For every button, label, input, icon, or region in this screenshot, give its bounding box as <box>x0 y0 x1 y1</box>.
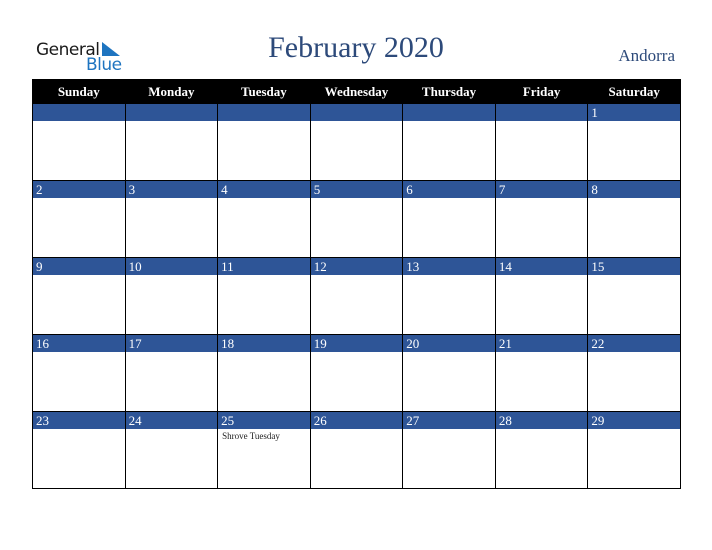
day-number: 24 <box>125 412 218 429</box>
day-number: 12 <box>310 258 403 275</box>
weekday-header: Monday <box>124 79 219 104</box>
day-cell[interactable]: 15 <box>587 257 681 335</box>
day-cell[interactable]: 5 <box>309 180 404 258</box>
day-number: 13 <box>403 258 495 275</box>
day-number: 25 <box>218 412 310 429</box>
day-cell[interactable]: 22 <box>587 334 681 412</box>
day-number <box>310 104 403 121</box>
day-cell[interactable]: 10 <box>124 257 219 335</box>
day-number: 4 <box>218 181 310 198</box>
day-cell[interactable]: 20 <box>402 334 496 412</box>
day-number: 3 <box>125 181 218 198</box>
day-cell[interactable]: 4 <box>217 180 311 258</box>
day-cell[interactable]: 1 <box>587 103 681 181</box>
page-title: February 2020 <box>268 31 444 64</box>
holiday-event: Shrove Tuesday <box>222 431 280 441</box>
day-cell[interactable]: 14 <box>494 257 589 335</box>
day-cell[interactable]: 25 Shrove Tuesday <box>217 411 311 489</box>
calendar-grid: Sunday Monday Tuesday Wednesday Thursday… <box>32 79 681 489</box>
day-number: 5 <box>310 181 403 198</box>
day-cell[interactable]: 26 <box>309 411 404 489</box>
day-cell[interactable]: 23 <box>32 411 126 489</box>
day-number: 1 <box>588 104 680 121</box>
day-number: 29 <box>588 412 680 429</box>
weekday-header: Friday <box>494 79 589 104</box>
week-row: 9 10 11 12 13 14 15 <box>32 257 681 335</box>
week-row: 2345678 <box>32 180 681 258</box>
country-label: Andorra <box>618 46 675 65</box>
day-number: 26 <box>310 412 403 429</box>
day-number: 2 <box>33 181 125 198</box>
day-number <box>403 104 495 121</box>
day-cell[interactable] <box>309 103 404 181</box>
day-number: 17 <box>125 335 218 352</box>
day-number: 6 <box>403 181 495 198</box>
day-cell[interactable]: 21 <box>494 334 589 412</box>
day-number: 16 <box>33 335 125 352</box>
day-number: 11 <box>218 258 310 275</box>
day-number <box>125 104 218 121</box>
weekday-header: Tuesday <box>217 79 311 104</box>
day-cell[interactable]: 13 <box>402 257 496 335</box>
day-cell[interactable]: 19 <box>309 334 404 412</box>
day-cell[interactable] <box>402 103 496 181</box>
day-cell[interactable]: 16 <box>32 334 126 412</box>
day-cell[interactable]: 18 <box>217 334 311 412</box>
day-cell[interactable]: 7 <box>494 180 589 258</box>
weekday-header: Thursday <box>402 79 496 104</box>
day-number: 15 <box>588 258 680 275</box>
day-number: 7 <box>495 181 588 198</box>
day-number: 8 <box>588 181 680 198</box>
day-number: 19 <box>310 335 403 352</box>
day-cell[interactable]: 29 <box>587 411 681 489</box>
day-number: 18 <box>218 335 310 352</box>
day-cell[interactable]: 3 <box>124 180 219 258</box>
day-number: 10 <box>125 258 218 275</box>
day-cell[interactable]: 8 <box>587 180 681 258</box>
day-number: 14 <box>495 258 588 275</box>
day-number: 27 <box>403 412 495 429</box>
day-cell[interactable]: 11 <box>217 257 311 335</box>
day-cell[interactable] <box>494 103 589 181</box>
day-number: 21 <box>495 335 588 352</box>
day-number <box>33 104 125 121</box>
day-number: 22 <box>588 335 680 352</box>
day-cell[interactable]: 6 <box>402 180 496 258</box>
day-cell[interactable]: 2 <box>32 180 126 258</box>
weekday-header: Sunday <box>32 79 126 104</box>
day-cell[interactable]: 28 <box>494 411 589 489</box>
day-cell[interactable]: 9 <box>32 257 126 335</box>
day-cell[interactable]: 17 <box>124 334 219 412</box>
weekday-header-row: Sunday Monday Tuesday Wednesday Thursday… <box>32 79 681 104</box>
day-cell[interactable]: 24 <box>124 411 219 489</box>
day-cell[interactable]: 27 <box>402 411 496 489</box>
day-number: 23 <box>33 412 125 429</box>
weekday-header: Saturday <box>587 79 681 104</box>
day-number: 9 <box>33 258 125 275</box>
week-row: 23 24 25 Shrove Tuesday 26 27 28 29 <box>32 411 681 489</box>
day-number <box>495 104 588 121</box>
day-cell[interactable]: 12 <box>309 257 404 335</box>
day-cell[interactable] <box>217 103 311 181</box>
week-row: 16 17 18 19 20 21 22 <box>32 334 681 412</box>
day-number <box>218 104 310 121</box>
day-number: 28 <box>495 412 588 429</box>
day-number: 20 <box>403 335 495 352</box>
week-row: 1 <box>32 103 681 181</box>
day-cell[interactable] <box>32 103 126 181</box>
day-cell[interactable] <box>124 103 219 181</box>
weekday-header: Wednesday <box>309 79 404 104</box>
